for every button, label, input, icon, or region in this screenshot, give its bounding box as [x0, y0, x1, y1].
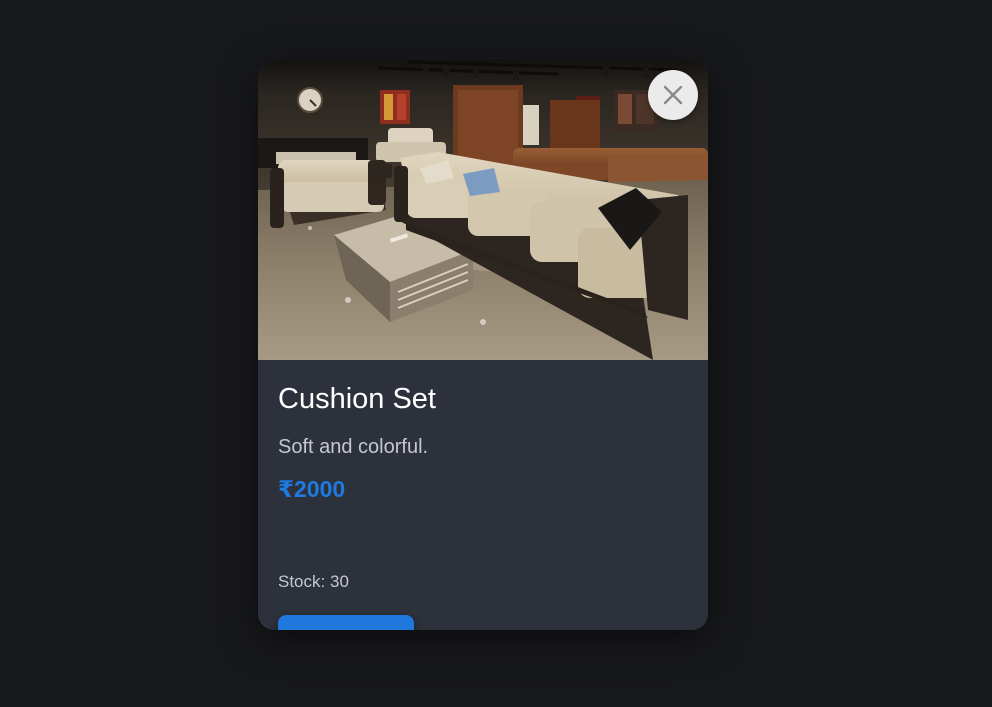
stock-label: Stock: [278, 572, 326, 591]
close-button[interactable] [648, 70, 698, 120]
stock-value: 30 [329, 572, 349, 591]
product-modal: Cushion Set Soft and colorful. ₹2000 Sto… [258, 60, 708, 630]
product-stock: Stock: 30 [278, 572, 349, 592]
product-title: Cushion Set [278, 383, 436, 415]
close-icon [663, 85, 683, 105]
product-description: Soft and colorful. [278, 436, 429, 458]
product-price: ₹2000 [278, 476, 346, 502]
add-to-cart-button[interactable]: Add to Cart [278, 615, 414, 630]
product-image [258, 60, 708, 360]
